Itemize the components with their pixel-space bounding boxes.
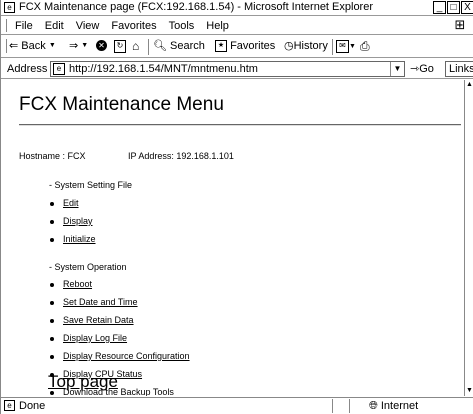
link-save-retain-data[interactable]: Save Retain Data [63,315,134,325]
toolbar-separator [332,39,333,55]
favorites-label: Favorites [230,40,276,52]
home-button[interactable]: ⌂ [132,40,139,52]
zone-text: 🌐︎ Internet [369,400,418,413]
vertical-scrollbar[interactable]: ▲ ▼ [464,80,473,396]
window-title: FCX Maintenance page (FCX:192.168.1.54) … [19,1,374,13]
status-pane [332,399,349,413]
heading-divider [19,124,461,126]
print-icon: ⎙ [360,39,370,53]
bullet [50,283,54,287]
address-label: Address [7,63,48,75]
bullet [50,202,54,206]
ip-address-text: IP Address: 192.168.1.101 [128,151,234,161]
link-edit[interactable]: Edit [63,198,79,208]
chevron-down-icon: ▼ [81,42,89,49]
browser-window: e FCX Maintenance page (FCX:192.168.1.54… [0,0,473,414]
favorites-button[interactable]: ★ Favorites [215,40,275,52]
bullet [50,301,54,305]
stop-button[interactable]: ✕ [96,40,107,51]
link-display-resource-config[interactable]: Display Resource Configuration [63,351,190,361]
history-button[interactable]: ◷ History [284,40,328,52]
mail-button[interactable]: ✉ ▼ [336,40,356,53]
menu-file[interactable]: File [9,20,39,32]
page-content: FCX Maintenance Menu Hostname : FCX IP A… [1,80,464,396]
menu-items: File Edit View Favorites Tools Help [9,20,235,32]
standard-toolbar: ⇐ Back ▼ ⇒ ▼ ✕ ↻ ⌂ 🔍︎ Search ★ Favorites… [1,36,473,58]
bullet [50,220,54,224]
menu-tools[interactable]: Tools [163,20,201,32]
minimize-button[interactable]: _ [433,1,446,14]
globe-icon: 🌐︎ [369,400,378,412]
zone-label: Internet [380,400,419,412]
link-set-date-time[interactable]: Set Date and Time [63,297,138,307]
forward-arrow-icon: ⇒ [69,40,79,52]
bullet [50,337,54,341]
bullet [50,319,54,323]
search-label: Search [170,40,205,52]
address-bar: Address e http://192.168.1.54/MNT/mntmen… [1,59,473,79]
toolbar-grip[interactable] [3,39,7,53]
address-input[interactable]: e http://192.168.1.54/MNT/mntmenu.htm ▼ [50,61,405,77]
hostname-text: Hostname : FCX [19,151,86,161]
menu-favorites[interactable]: Favorites [105,20,162,32]
forward-button[interactable]: ⇒ ▼ [69,40,88,52]
status-text: Done [19,400,46,412]
top-page-link[interactable]: Top page [48,372,118,392]
search-icon: 🔍︎ [153,40,167,52]
close-button[interactable]: X [461,1,473,14]
bullet [50,238,54,242]
menu-help[interactable]: Help [200,20,235,32]
back-label: Back [21,40,46,52]
home-icon: ⌂ [132,39,140,53]
refresh-icon: ↻ [114,40,126,53]
chevron-down-icon: ▼ [349,42,356,50]
window-controls: _ □ X [432,1,473,14]
refresh-button[interactable]: ↻ [114,40,126,53]
ie-page-icon: e [4,400,15,411]
scroll-down-arrow-icon[interactable]: ▼ [465,386,473,396]
menu-bar: File Edit View Favorites Tools Help ⊞ [1,17,473,35]
windows-logo-icon: ⊞ [454,17,466,32]
menu-grip[interactable] [3,19,7,32]
stop-icon: ✕ [96,40,107,51]
link-display-log-file[interactable]: Display Log File [63,333,127,343]
favorites-icon: ★ [215,40,227,52]
go-arrow-icon: ⇾ [410,63,420,75]
search-button[interactable]: 🔍︎ Search [153,40,205,52]
scroll-up-arrow-icon[interactable]: ▲ [465,80,473,90]
history-icon: ◷ [284,40,294,52]
back-arrow-icon: ⇐ [9,40,19,52]
links-label: Links [449,63,473,75]
toolbar-separator [148,39,149,55]
section-title-operation: - System Operation [49,262,127,272]
ie-page-icon: e [53,63,65,75]
link-reboot[interactable]: Reboot [63,279,92,289]
go-label: Go [419,63,434,75]
back-button[interactable]: ⇐ Back ▼ [9,40,56,52]
maximize-button[interactable]: □ [447,1,460,14]
links-button[interactable]: Links [445,61,473,77]
menu-view[interactable]: View [70,20,106,32]
address-dropdown[interactable]: ▼ [390,62,404,76]
title-bar: e FCX Maintenance page (FCX:192.168.1.54… [1,0,473,16]
print-button[interactable]: ⎙ [360,40,370,52]
page-title: FCX Maintenance Menu [19,94,224,115]
section-title-setting: - System Setting File [49,180,133,190]
link-display[interactable]: Display [63,216,93,226]
address-url[interactable]: http://192.168.1.54/MNT/mntmenu.htm [69,63,258,75]
mail-icon: ✉ [336,40,349,53]
menu-edit[interactable]: Edit [39,20,70,32]
link-initialize[interactable]: Initialize [63,234,96,244]
bullet [50,355,54,359]
history-label: History [293,40,328,52]
ie-page-icon: e [4,2,15,13]
chevron-down-icon: ▼ [48,42,56,49]
status-bar: e Done 🌐︎ Internet [1,397,473,414]
go-button[interactable]: ⇾Go [410,62,434,75]
